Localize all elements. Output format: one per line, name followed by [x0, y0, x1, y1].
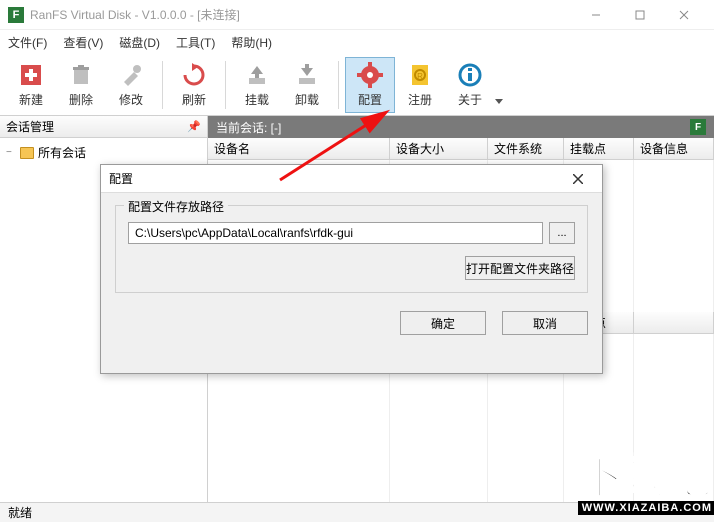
session-label: 当前会话: [-]: [216, 119, 281, 136]
separator: [225, 61, 226, 109]
mount-icon: [243, 61, 271, 89]
refresh-icon: [180, 61, 208, 89]
chevron-down-icon: [495, 97, 503, 105]
session-bar: 当前会话: [-] F: [208, 116, 714, 138]
grid-header: 设备名 设备大小 文件系统 挂载点 设备信息: [208, 138, 714, 160]
about-label: 关于: [458, 91, 482, 108]
dialog-close-button[interactable]: [562, 168, 594, 190]
register-button[interactable]: R 注册: [395, 57, 445, 113]
menu-tool[interactable]: 工具(T): [176, 34, 215, 51]
refresh-button[interactable]: 刷新: [169, 57, 219, 113]
trash-icon: [67, 61, 95, 89]
menu-disk[interactable]: 磁盘(D): [119, 34, 160, 51]
watermark-main: 下载吧: [578, 457, 714, 498]
sidebar-title: 会话管理: [6, 118, 54, 135]
col-devname[interactable]: 设备名: [208, 138, 390, 159]
sub-col-rest: [634, 312, 714, 333]
menu-help[interactable]: 帮助(H): [231, 34, 272, 51]
session-icon: F: [690, 119, 706, 135]
register-icon: R: [406, 61, 434, 89]
watermark-sub: WWW.XIAZAIBA.COM: [578, 501, 714, 515]
session-tree: − 所有会话: [0, 138, 207, 167]
config-button[interactable]: 配置: [345, 57, 395, 113]
tree-root[interactable]: − 所有会话: [6, 142, 201, 163]
refresh-label: 刷新: [182, 91, 206, 108]
new-button[interactable]: 新建: [6, 57, 56, 113]
toolbar: 新建 删除 修改 刷新 挂载 卸载 配置: [0, 54, 714, 116]
mount-label: 挂载: [245, 91, 269, 108]
pin-icon[interactable]: 📌: [187, 120, 201, 133]
menubar: 文件(F) 查看(V) 磁盘(D) 工具(T) 帮助(H): [0, 30, 714, 54]
modify-label: 修改: [119, 91, 143, 108]
svg-text:R: R: [417, 72, 423, 81]
app-icon: F: [8, 7, 24, 23]
new-label: 新建: [19, 91, 43, 108]
delete-button[interactable]: 删除: [56, 57, 106, 113]
tree-root-label: 所有会话: [38, 144, 86, 161]
titlebar: F RanFS Virtual Disk - V1.0.0.0 - [未连接]: [0, 0, 714, 30]
separator: [338, 61, 339, 109]
plus-icon: [17, 61, 45, 89]
open-path-button[interactable]: 打开配置文件夹路径: [465, 256, 575, 280]
unmount-icon: [293, 61, 321, 89]
about-button[interactable]: 关于: [445, 57, 495, 113]
about-dropdown[interactable]: [495, 57, 507, 113]
close-icon: [573, 174, 583, 184]
fieldset-legend: 配置文件存放路径: [124, 198, 228, 215]
separator: [162, 61, 163, 109]
menu-view[interactable]: 查看(V): [63, 34, 103, 51]
col-devsize[interactable]: 设备大小: [390, 138, 488, 159]
modify-button[interactable]: 修改: [106, 57, 156, 113]
browse-button[interactable]: ...: [549, 222, 575, 244]
config-label: 配置: [358, 91, 382, 108]
gear-icon: [356, 61, 384, 89]
status-text: 就绪: [8, 504, 32, 521]
delete-label: 删除: [69, 91, 93, 108]
info-icon: [456, 61, 484, 89]
dialog-titlebar: 配置: [101, 165, 602, 193]
cancel-button[interactable]: 取消: [502, 311, 588, 335]
col-fs[interactable]: 文件系统: [488, 138, 564, 159]
col-mount[interactable]: 挂载点: [564, 138, 634, 159]
unmount-button[interactable]: 卸载: [282, 57, 332, 113]
watermark: 下载吧 WWW.XIAZAIBA.COM: [578, 457, 714, 516]
col-info[interactable]: 设备信息: [634, 138, 714, 159]
config-path-input[interactable]: [128, 222, 543, 244]
wrench-icon: [117, 61, 145, 89]
close-button[interactable]: [662, 1, 706, 29]
menu-file[interactable]: 文件(F): [8, 34, 47, 51]
window-title: RanFS Virtual Disk - V1.0.0.0 - [未连接]: [30, 6, 574, 23]
mount-button[interactable]: 挂载: [232, 57, 282, 113]
path-fieldset: 配置文件存放路径 ... 打开配置文件夹路径: [115, 205, 588, 293]
minimize-button[interactable]: [574, 1, 618, 29]
sidebar-header: 会话管理 📌: [0, 116, 207, 138]
maximize-button[interactable]: [618, 1, 662, 29]
ok-button[interactable]: 确定: [400, 311, 486, 335]
expand-icon[interactable]: −: [6, 147, 16, 158]
register-label: 注册: [408, 91, 432, 108]
config-dialog: 配置 配置文件存放路径 ... 打开配置文件夹路径 确定 取消: [100, 164, 603, 374]
folder-icon: [20, 147, 34, 159]
unmount-label: 卸载: [295, 91, 319, 108]
dialog-title: 配置: [109, 170, 133, 187]
